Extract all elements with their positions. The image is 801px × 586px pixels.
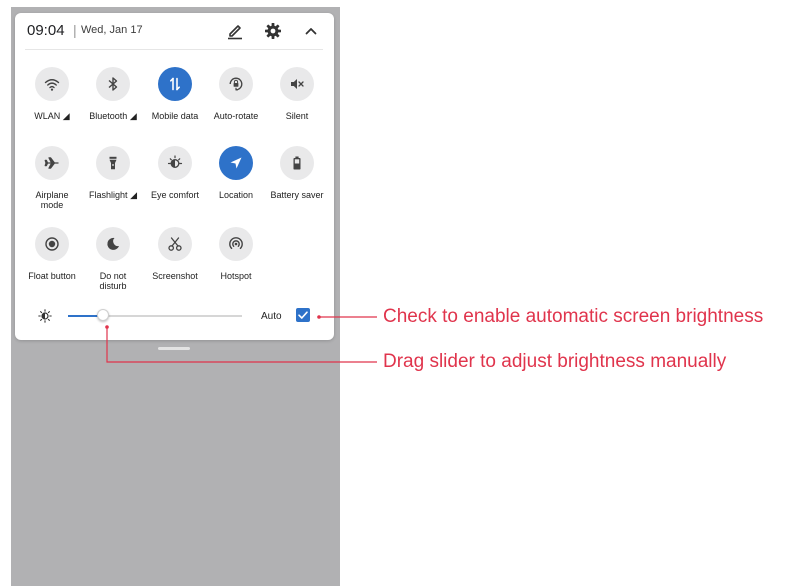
tile-label: Eye comfort (150, 190, 199, 200)
brightness-slider-thumb[interactable] (96, 309, 109, 321)
tile-bluetooth[interactable]: Bluetooth ◢ (82, 67, 144, 121)
tile-mobile-data[interactable]: Mobile data (144, 67, 206, 121)
header-divider (25, 49, 323, 50)
eye-comfort-icon[interactable] (158, 146, 192, 180)
tile-eye-comfort[interactable]: Eye comfort (144, 146, 206, 200)
mobile-data-icon[interactable] (158, 67, 192, 101)
bluetooth-icon[interactable] (96, 67, 130, 101)
panel-drag-handle[interactable] (158, 347, 190, 350)
auto-brightness-label: Auto (261, 311, 282, 322)
tile-battery-saver[interactable]: Battery saver (266, 146, 328, 200)
tile-label: Location (218, 190, 254, 200)
gear-icon[interactable] (263, 21, 283, 41)
header-separator: | (73, 22, 77, 38)
tile-hotspot[interactable]: Hotspot (205, 227, 267, 281)
caret-icon: ◢ (62, 111, 70, 121)
tile-label: Battery saver (270, 190, 324, 200)
tile-screenshot[interactable]: Screenshot (144, 227, 206, 281)
tile-label: Auto-rotate (213, 111, 259, 121)
flashlight-icon[interactable] (96, 146, 130, 180)
tile-label: Airplane (35, 190, 69, 200)
tile-label: Flashlight (89, 190, 128, 200)
quick-settings-panel: 09:04 | Wed, Jan 17 WLAN ◢ Bluetooth ◢ M… (15, 13, 334, 340)
tile-label: Silent (285, 111, 309, 121)
airplane-icon[interactable] (35, 146, 69, 180)
tile-silent[interactable]: Silent (266, 67, 328, 121)
caret-icon: ◢ (129, 111, 137, 121)
caret-icon: ◢ (130, 190, 137, 200)
tile-label: WLAN (34, 111, 61, 121)
status-date: Wed, Jan 17 (81, 24, 143, 36)
check-icon (298, 311, 308, 319)
auto-rotate-icon[interactable] (219, 67, 253, 101)
tile-auto-rotate[interactable]: Auto-rotate (205, 67, 267, 121)
auto-brightness-checkbox[interactable] (296, 308, 310, 322)
tile-label: Float button (28, 271, 76, 281)
brightness-icon (38, 309, 52, 323)
tile-wlan[interactable]: WLAN ◢ (21, 67, 83, 121)
annotation-auto-brightness: Check to enable automatic screen brightn… (383, 306, 764, 327)
tile-label: Do not (99, 271, 127, 281)
tile-label-line2: disturb (99, 281, 127, 291)
float-button-icon[interactable] (35, 227, 69, 261)
tile-float-button[interactable]: Float button (21, 227, 83, 281)
annotation-slider: Drag slider to adjust brightness manuall… (383, 351, 727, 372)
chevron-up-icon[interactable] (301, 21, 321, 41)
brightness-row: Auto (15, 303, 334, 333)
screenshot-icon[interactable] (158, 227, 192, 261)
battery-saver-icon[interactable] (280, 146, 314, 180)
tile-label: Bluetooth (89, 111, 128, 121)
tile-label-line2: mode (40, 200, 64, 210)
tile-location[interactable]: Location (205, 146, 267, 200)
tile-label: Hotspot (220, 271, 252, 281)
status-time: 09:04 (27, 22, 65, 39)
silent-icon[interactable] (280, 67, 314, 101)
tile-airplane-mode[interactable]: Airplane mode (21, 146, 83, 210)
location-icon[interactable] (219, 146, 253, 180)
tile-do-not-disturb[interactable]: Do not disturb (82, 227, 144, 291)
edit-icon[interactable] (225, 21, 245, 41)
tile-flashlight[interactable]: Flashlight ◢ (82, 146, 144, 200)
hotspot-icon[interactable] (219, 227, 253, 261)
do-not-disturb-icon[interactable] (96, 227, 130, 261)
tile-label: Mobile data (151, 111, 199, 121)
wifi-icon[interactable] (35, 67, 69, 101)
tile-label: Screenshot (152, 271, 198, 281)
brightness-slider[interactable] (68, 309, 242, 321)
